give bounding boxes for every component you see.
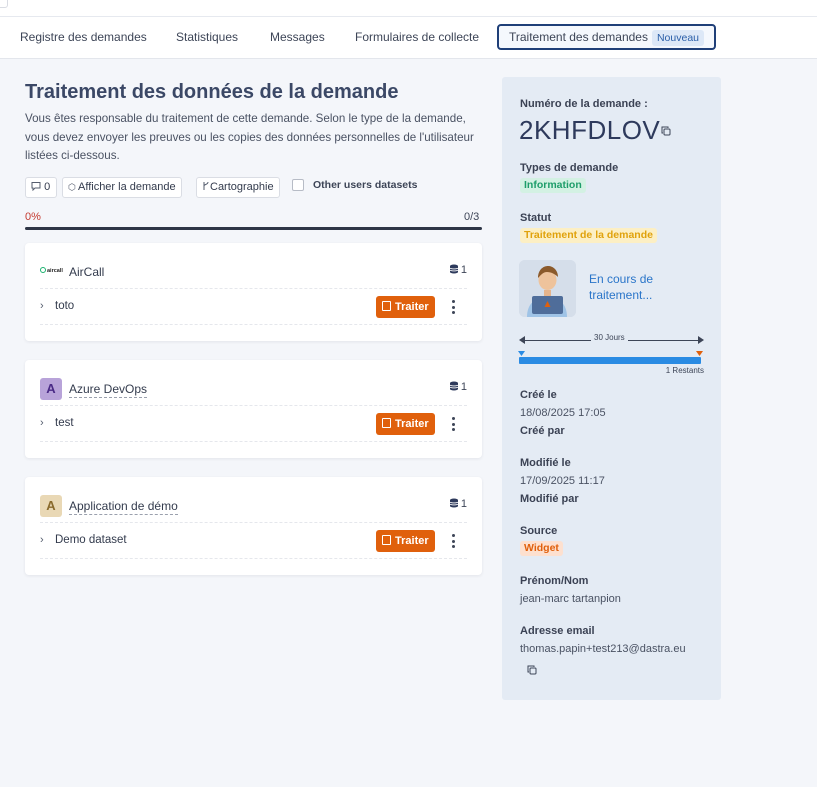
dataset-row: › toto Traiter: [40, 289, 467, 325]
progress-bar: [25, 227, 482, 230]
deadline-bar: [519, 357, 701, 364]
deadline-timeline: 30 Jours 1 Restants: [518, 333, 704, 379]
database-icon: [449, 381, 459, 391]
traiter-button[interactable]: Traiter: [376, 413, 435, 435]
dataset-label: test: [55, 417, 74, 429]
app-card-demo: A Application de démo 1 › Demo dataset T…: [25, 477, 482, 575]
remaining-label: 1 Restants: [665, 366, 704, 375]
status-label: Statut: [520, 212, 552, 224]
app-card-header: aircall AirCall 1: [40, 257, 467, 289]
dataset-label: toto: [55, 300, 75, 312]
app-card-header: A Azure DevOps 1: [40, 374, 467, 406]
other-users-checkbox[interactable]: [292, 179, 304, 191]
comments-button[interactable]: 0: [25, 177, 57, 198]
tab-registre[interactable]: Registre des demandes: [20, 17, 147, 57]
tab-formulaires[interactable]: Formulaires de collecte: [355, 17, 479, 57]
dataset-row: › Demo dataset Traiter: [40, 523, 467, 559]
created-on-value: 18/08/2025 17:05: [520, 407, 606, 419]
deadline-label: 30 Jours: [591, 333, 628, 342]
dataset-row: › test Traiter: [40, 406, 467, 442]
person-laptop-illustration: [519, 260, 576, 317]
copy-email-icon[interactable]: [527, 665, 537, 675]
window-control: [0, 0, 8, 8]
demo-app-logo: A: [40, 495, 62, 517]
status-message: En cours de traitement...: [589, 272, 654, 302]
request-info-panel: Numéro de la demande : 2KHFDLOV Types de…: [502, 77, 721, 700]
more-options-icon[interactable]: [447, 532, 461, 550]
source-label: Source: [520, 525, 558, 537]
modified-on-value: 17/09/2025 11:17: [520, 475, 605, 487]
arrow-right-icon: [698, 336, 704, 344]
tab-bar: Registre des demandes Statistiques Messa…: [0, 17, 817, 59]
show-request-button[interactable]: ⬡ Afficher la demande: [62, 177, 182, 198]
comment-icon: [31, 182, 41, 192]
request-types-label: Types de demande: [520, 162, 619, 174]
mapping-label: Cartographie: [210, 181, 274, 193]
app-name[interactable]: AirCall: [69, 265, 104, 280]
avatar: [519, 260, 576, 317]
app-card-aircall: aircall AirCall 1 › toto Traiter: [25, 243, 482, 341]
tab-traitement[interactable]: Traitement des demandes Nouveau: [497, 24, 716, 50]
dataset-label: Demo dataset: [55, 534, 127, 546]
file-icon: [382, 418, 391, 428]
chevron-right-icon[interactable]: ›: [40, 300, 44, 312]
progress-percent: 0%: [25, 211, 41, 223]
name-label: Prénom/Nom: [520, 575, 589, 587]
app-name[interactable]: Application de démo: [69, 499, 178, 515]
request-number-label: Numéro de la demande :: [520, 98, 648, 110]
more-options-icon[interactable]: [447, 298, 461, 316]
branch-icon: [203, 181, 209, 190]
status-badge: Traitement de la demande: [520, 228, 657, 243]
page-title: Traitement des données de la demande: [25, 81, 399, 103]
other-users-label: Other users datasets: [313, 179, 418, 191]
copy-icon[interactable]: [661, 126, 671, 136]
name-value: jean-marc tartanpion: [520, 593, 621, 605]
modified-on-label: Modifié le: [520, 457, 571, 469]
azure-devops-logo: A: [40, 378, 62, 400]
page-description: Vous êtes responsable du traitement de c…: [25, 112, 474, 162]
show-request-label: Afficher la demande: [78, 181, 176, 193]
file-icon: [382, 301, 391, 311]
new-badge: Nouveau: [651, 30, 704, 46]
app-card-header: A Application de démo 1: [40, 491, 467, 523]
chevron-right-icon[interactable]: ›: [40, 534, 44, 546]
dataset-count: 1: [449, 264, 467, 276]
email-value: thomas.papin+test213@dastra.eu: [520, 643, 686, 655]
mapping-button[interactable]: Cartographie: [196, 177, 280, 198]
traiter-button[interactable]: Traiter: [376, 530, 435, 552]
source-badge: Widget: [520, 541, 563, 556]
dataset-count: 1: [449, 498, 467, 510]
app-name[interactable]: Azure DevOps: [69, 382, 148, 398]
email-label: Adresse email: [520, 625, 595, 637]
progress-count: 0/3: [464, 211, 480, 223]
tab-messages[interactable]: Messages: [270, 17, 325, 57]
tab-statistiques[interactable]: Statistiques: [176, 17, 238, 57]
dataset-count: 1: [449, 381, 467, 393]
request-icon: ⬡: [68, 182, 76, 192]
end-marker: [696, 351, 703, 356]
top-strip: [0, 0, 817, 17]
more-options-icon[interactable]: [447, 415, 461, 433]
request-type-badge: Information: [520, 178, 586, 193]
database-icon: [449, 264, 459, 274]
file-icon: [382, 535, 391, 545]
traiter-button[interactable]: Traiter: [376, 296, 435, 318]
comments-count: 0: [44, 181, 51, 193]
database-icon: [449, 498, 459, 508]
request-number: 2KHFDLOV: [519, 115, 661, 145]
tab-traitement-label: Traitement des demandes: [509, 30, 648, 44]
chevron-right-icon[interactable]: ›: [40, 417, 44, 429]
start-marker: [518, 351, 525, 356]
arrow-left-icon: [519, 336, 525, 344]
app-card-azure-devops: A Azure DevOps 1 › test Traiter: [25, 360, 482, 458]
modified-by-label: Modifié par: [520, 493, 579, 505]
created-by-label: Créé par: [520, 425, 565, 437]
created-on-label: Créé le: [520, 389, 557, 401]
aircall-logo: aircall: [40, 267, 64, 276]
